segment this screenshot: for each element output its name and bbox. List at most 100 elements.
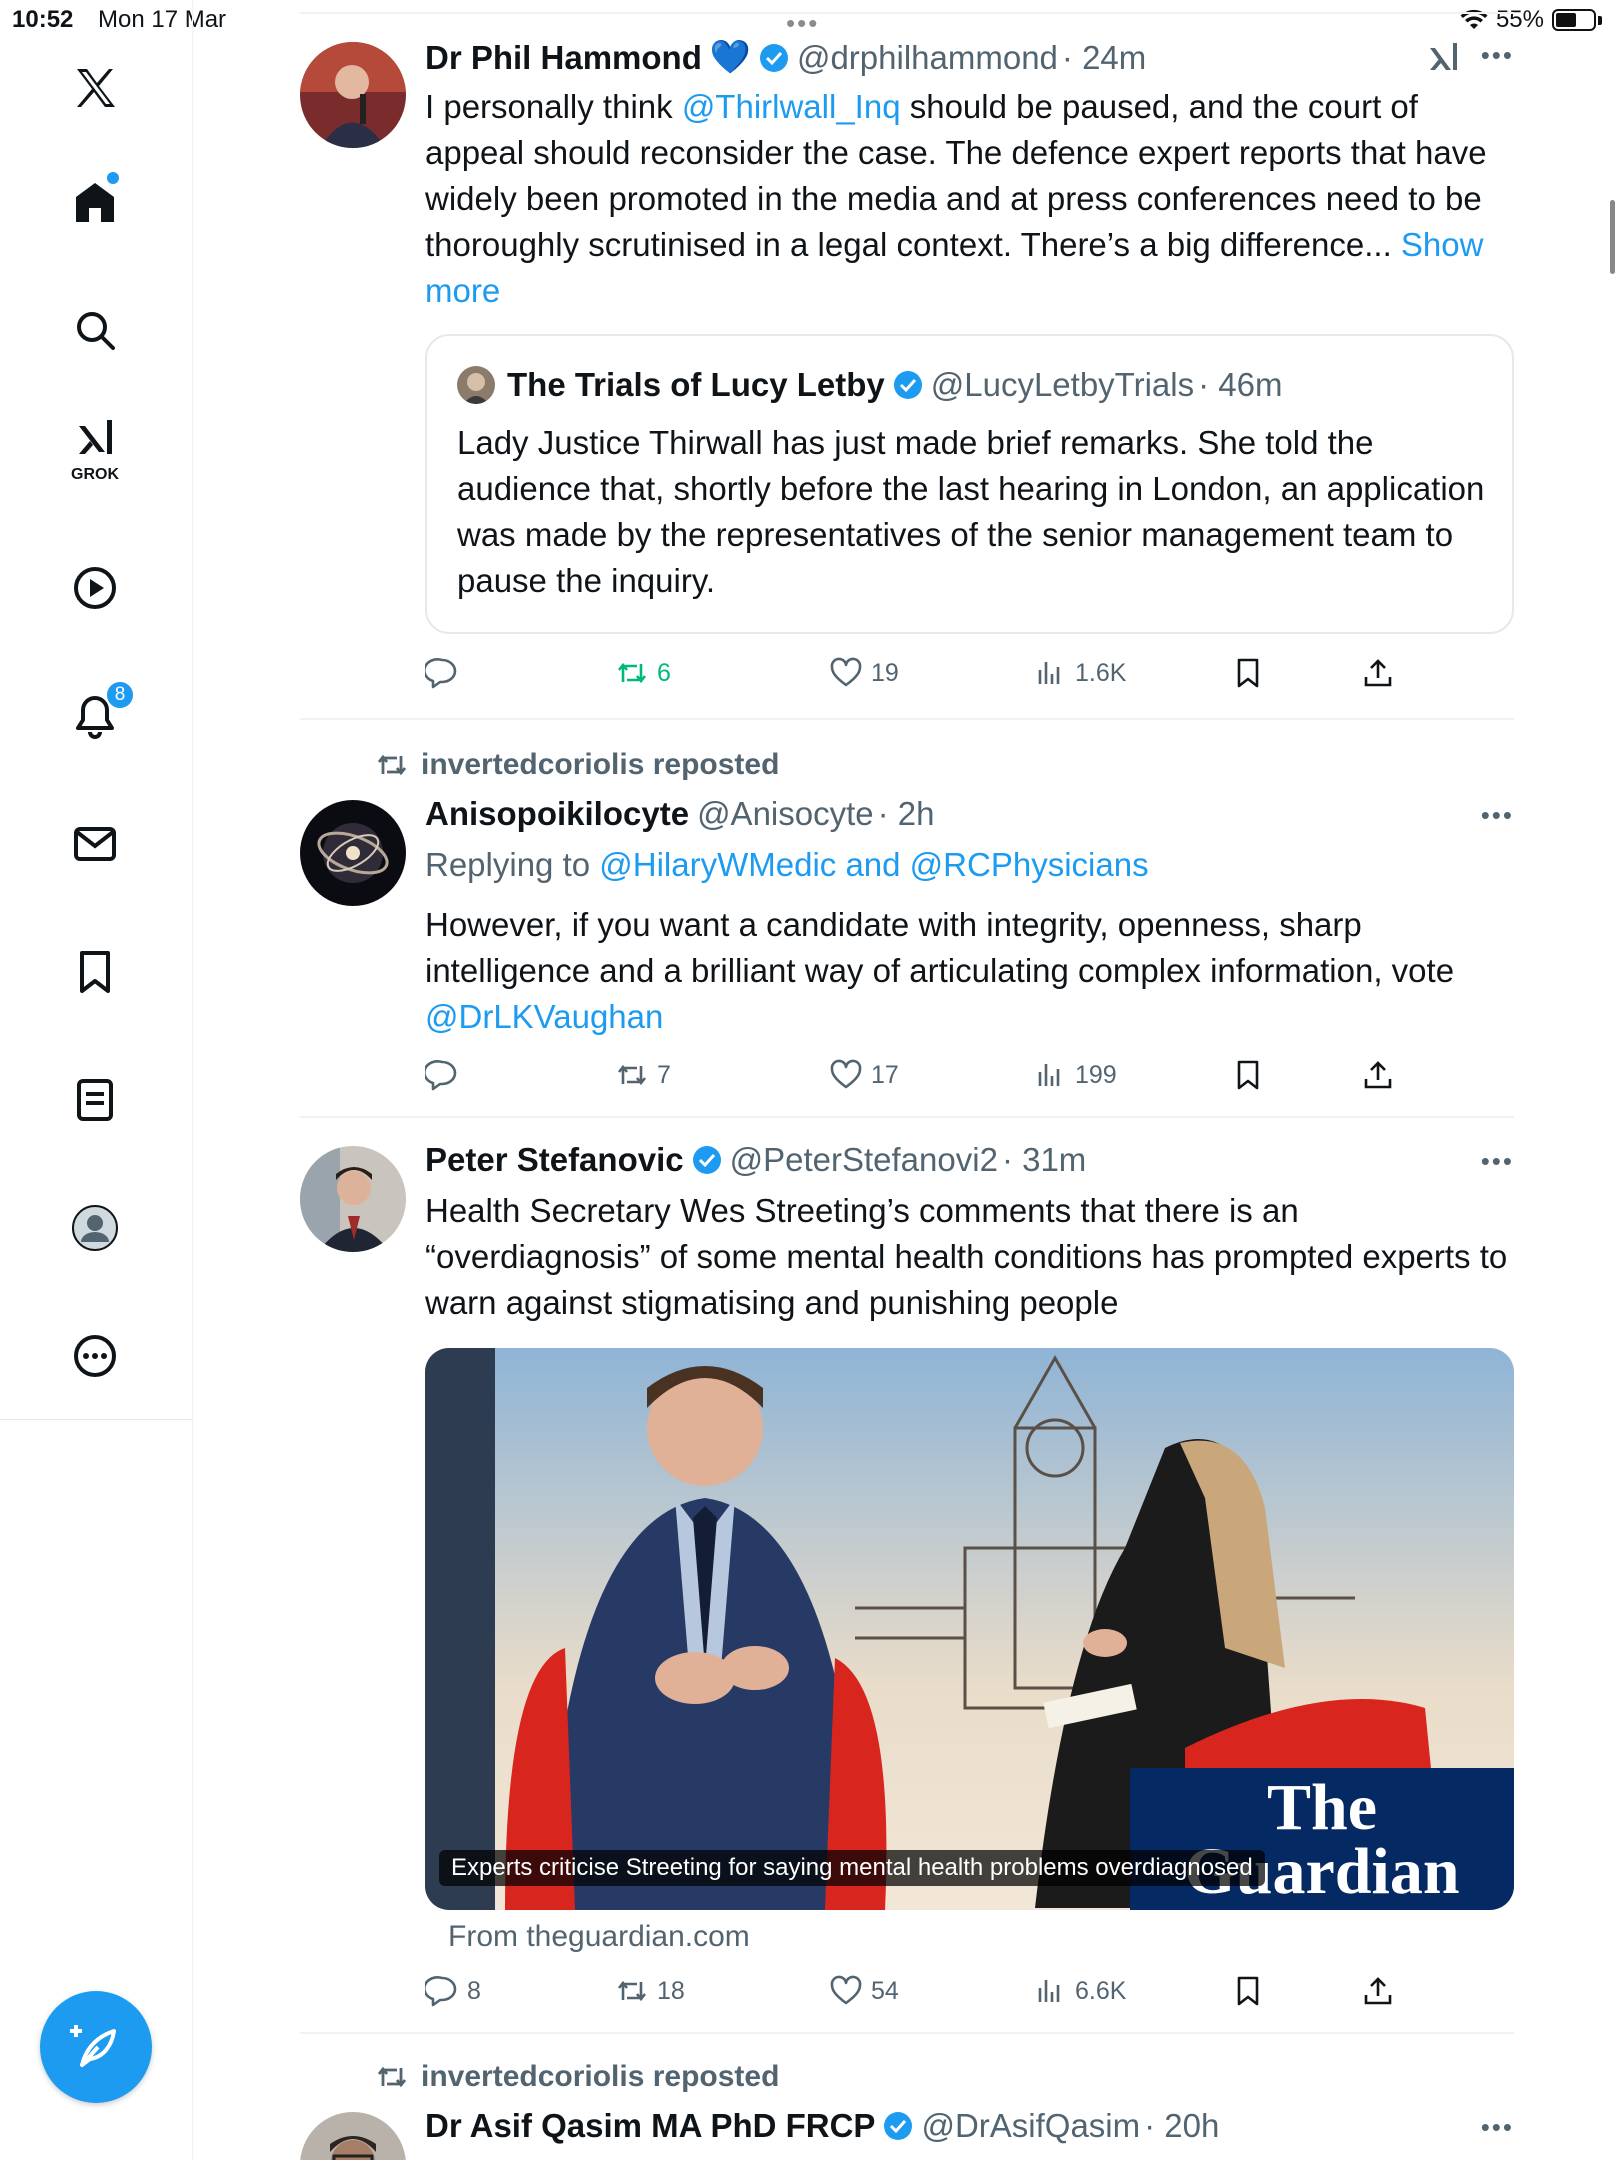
post-time[interactable]: · 24m <box>1062 39 1146 77</box>
post-text-part: However, if you want a candidate with in… <box>425 906 1455 989</box>
more-options-icon[interactable]: ••• <box>1481 40 1514 71</box>
battery-tip <box>1598 15 1602 25</box>
card-caption: Experts criticise Streeting for saying m… <box>439 1850 1265 1886</box>
card-source[interactable]: From theguardian.com <box>448 1920 750 1954</box>
avatar[interactable] <box>300 800 406 906</box>
link-card[interactable]: The Guardian Experts criticise Streeting… <box>425 1348 1514 1910</box>
author-handle[interactable]: @drphilhammond <box>797 39 1058 77</box>
bookmark-icon <box>1237 1060 1259 1090</box>
verified-badge-icon <box>893 371 922 399</box>
sidebar-item-bookmarks[interactable] <box>47 932 143 1012</box>
sidebar-item-grok[interactable]: GROK <box>47 410 143 490</box>
post-text: Health Secretary Wes Streeting’s comment… <box>425 1192 1508 1321</box>
replying-to-links[interactable]: @HilaryWMedic and @RCPhysicians <box>599 846 1148 883</box>
avatar[interactable] <box>300 2112 406 2160</box>
compose-button[interactable] <box>40 1991 152 2103</box>
sidebar: GROK 8 <box>0 0 193 2160</box>
quote-author-handle: @LucyLetbyTrials <box>930 366 1195 403</box>
share-button[interactable] <box>1361 1058 1395 1092</box>
like-button[interactable]: 19 <box>829 656 899 690</box>
grok-post-icon[interactable] <box>1426 40 1462 76</box>
reply-button[interactable] <box>425 656 467 690</box>
views-chart-icon <box>1038 1980 1060 2002</box>
post-time[interactable]: · 20h <box>1144 2107 1219 2145</box>
repost-indicator[interactable]: invertedcoriolis reposted <box>375 2060 779 2094</box>
share-button[interactable] <box>1361 1974 1395 2008</box>
reposted-by: invertedcoriolis reposted <box>421 2060 780 2093</box>
share-icon <box>1364 1977 1392 2005</box>
avatar-icon <box>72 1205 118 1251</box>
more-options-icon[interactable]: ••• <box>1481 2112 1514 2143</box>
quote-header: The Trials of Lucy Letby @LucyLetbyTrial… <box>457 366 1282 404</box>
heart-icon <box>830 657 862 687</box>
avatar[interactable] <box>300 1146 406 1252</box>
post-time[interactable]: · 2h <box>878 795 935 833</box>
quote-author-name: The Trials of Lucy Letby <box>507 366 885 403</box>
repost-icon <box>617 662 647 684</box>
search-icon <box>77 312 115 350</box>
more-options-icon[interactable]: ••• <box>1481 800 1514 831</box>
author-name[interactable]: Peter Stefanovic <box>425 1141 684 1179</box>
reply-icon <box>425 1060 457 1091</box>
reply-icon <box>425 1976 457 2007</box>
sidebar-item-search[interactable] <box>47 290 143 370</box>
author-name[interactable]: Dr Phil Hammond <box>425 39 702 77</box>
views-button[interactable]: 6.6K <box>1033 1974 1126 2008</box>
post-text: However, if you want a candidate with in… <box>425 902 1510 1040</box>
views-button[interactable]: 199 <box>1033 1058 1117 1092</box>
quote-avatar <box>457 366 495 404</box>
scrollbar[interactable] <box>1610 200 1615 274</box>
bookmark-button[interactable] <box>1231 1974 1265 2008</box>
quoted-post[interactable]: The Trials of Lucy Letby @LucyLetbyTrial… <box>425 334 1514 634</box>
author-name[interactable]: Dr Asif Qasim MA PhD FRCP <box>425 2107 875 2145</box>
sidebar-item-video[interactable] <box>47 548 143 628</box>
bookmark-button[interactable] <box>1231 1058 1265 1092</box>
battery-icon <box>1552 9 1596 31</box>
like-button[interactable]: 17 <box>829 1058 899 1092</box>
top-divider <box>300 12 1514 14</box>
post-actions: 8 18 54 6.6K <box>425 1974 1514 2014</box>
heart-emoji: 💙 <box>709 38 751 75</box>
sidebar-item-profile[interactable] <box>47 1188 143 1268</box>
sidebar-item-more[interactable] <box>47 1316 143 1396</box>
like-count: 17 <box>871 1060 899 1089</box>
author-name[interactable]: Anisopoikilocyte <box>425 795 689 833</box>
mention-link[interactable]: @DrLKVaughan <box>425 998 663 1035</box>
replying-prefix: Replying to <box>425 846 600 883</box>
repost-button[interactable]: 18 <box>615 1974 685 2008</box>
repost-button[interactable]: 7 <box>615 1058 671 1092</box>
reply-button[interactable]: 8 <box>425 1974 481 2008</box>
heart-icon <box>830 1975 862 2005</box>
quote-time: · 46m <box>1198 366 1283 403</box>
share-button[interactable] <box>1361 656 1395 690</box>
author-handle[interactable]: @Anisocyte <box>697 795 874 833</box>
author-handle[interactable]: @PeterStefanovi2 <box>730 1141 998 1179</box>
repost-indicator[interactable]: invertedcoriolis reposted <box>375 748 779 782</box>
repost-icon <box>377 754 407 776</box>
reply-button[interactable] <box>425 1058 467 1092</box>
more-options-icon[interactable]: ••• <box>1481 1146 1514 1177</box>
author-handle[interactable]: @DrAsifQasim <box>921 2107 1140 2145</box>
notifications-badge: 8 <box>105 680 135 710</box>
timeline-feed: Dr Phil Hammond 💙 @drphilhammond · 24m •… <box>300 0 1514 2160</box>
verified-badge-icon <box>759 43 788 72</box>
compose-feather-icon <box>70 2025 116 2067</box>
logo-line-1: The <box>1266 1771 1378 1844</box>
views-button[interactable]: 1.6K <box>1033 656 1126 690</box>
bookmark-button[interactable] <box>1231 656 1265 690</box>
post-header: Peter Stefanovic @PeterStefanovi2 · 31m <box>425 1141 1086 1179</box>
bookmark-icon <box>1237 658 1259 688</box>
mention-link[interactable]: @Thirlwall_Inq <box>682 88 901 125</box>
sidebar-item-notifications[interactable]: 8 <box>47 676 143 756</box>
views-chart-icon <box>1038 662 1060 684</box>
x-logo-icon[interactable] <box>47 48 143 128</box>
sidebar-item-lists[interactable] <box>47 1060 143 1140</box>
repost-button[interactable]: 6 <box>615 656 671 690</box>
like-button[interactable]: 54 <box>829 1974 899 2008</box>
sidebar-item-home[interactable] <box>47 162 143 242</box>
post-divider <box>300 1116 1514 1118</box>
avatar[interactable] <box>300 42 406 148</box>
post-time[interactable]: · 31m <box>1002 1141 1086 1179</box>
sidebar-item-messages[interactable] <box>47 804 143 884</box>
repost-icon <box>617 1064 647 1086</box>
